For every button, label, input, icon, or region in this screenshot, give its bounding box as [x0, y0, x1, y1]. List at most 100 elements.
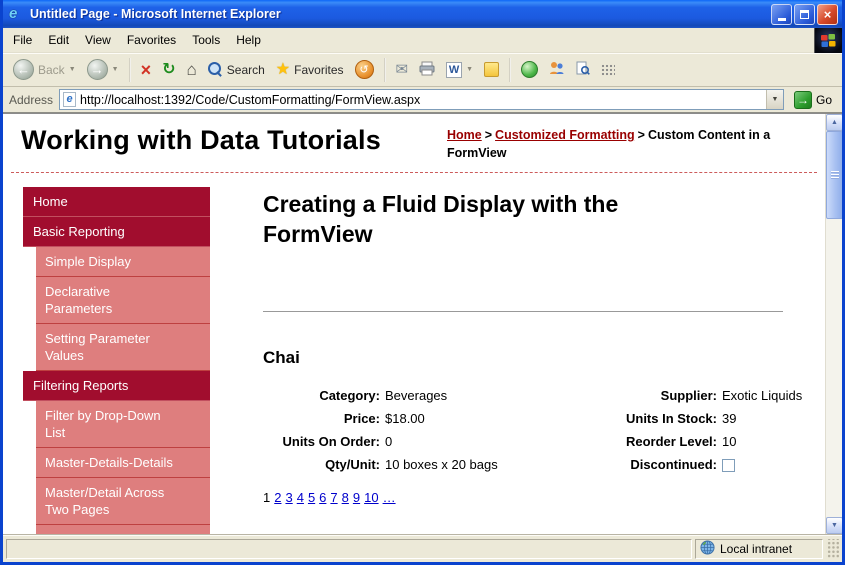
- forward-button[interactable]: → ▼: [83, 57, 123, 82]
- maximize-button[interactable]: [794, 4, 815, 25]
- print-button[interactable]: [415, 59, 439, 81]
- pager-link-8[interactable]: 8: [342, 490, 349, 505]
- contacts-button[interactable]: [545, 59, 569, 80]
- pager-link-2[interactable]: 2: [274, 490, 281, 505]
- chevron-down-icon: ▼: [69, 66, 76, 73]
- sidebar-item-details-of-selected[interactable]: Details of Selected: [36, 525, 210, 535]
- mail-button[interactable]: ✉: [392, 60, 413, 79]
- chevron-down-icon: ▼: [466, 66, 473, 73]
- sidebar-item-setting-parameter-values[interactable]: Setting Parameter Values: [36, 324, 210, 371]
- menu-favorites[interactable]: Favorites: [119, 29, 184, 51]
- detail-value: Exotic Liquids: [722, 388, 782, 403]
- product-name: Chai: [263, 348, 788, 368]
- back-label: Back: [38, 63, 65, 77]
- pager-link-10[interactable]: 10: [364, 490, 378, 505]
- resize-grip[interactable]: [826, 539, 839, 559]
- toolbar-separator: [384, 58, 386, 82]
- menu-file[interactable]: File: [5, 29, 40, 51]
- detail-label: Category:: [263, 388, 385, 403]
- detail-value: [722, 457, 782, 472]
- pager-link-6[interactable]: 6: [319, 490, 326, 505]
- dots-grid-icon: [601, 64, 615, 76]
- sidebar-item-basic-reporting[interactable]: Basic Reporting: [23, 217, 210, 247]
- go-arrow-icon: →: [794, 91, 812, 109]
- detail-label: Units On Order:: [263, 434, 385, 449]
- favorites-button[interactable]: ★ Favorites: [272, 60, 348, 80]
- status-zone-panel: Local intranet: [695, 539, 823, 559]
- scroll-down-icon: ▼: [831, 522, 838, 529]
- back-button[interactable]: ← Back ▼: [9, 57, 80, 82]
- detail-label: Qty/Unit:: [263, 457, 385, 472]
- address-bar: Address e http://localhost:1392/Code/Cus…: [3, 87, 842, 113]
- menu-edit[interactable]: Edit: [40, 29, 77, 51]
- vertical-scrollbar[interactable]: ▲ ▼: [825, 114, 842, 534]
- stop-icon: ×: [141, 61, 152, 79]
- messenger-button[interactable]: [517, 59, 542, 80]
- close-button[interactable]: ×: [817, 4, 838, 25]
- main-content: Creating a Fluid Display with the FormVi…: [263, 187, 788, 535]
- sidebar-item-simple-display[interactable]: Simple Display: [36, 247, 210, 277]
- sidebar-item-declarative-parameters[interactable]: Declarative Parameters: [36, 277, 210, 324]
- menu-bar: File Edit View Favorites Tools Help: [3, 28, 842, 53]
- go-label: Go: [816, 93, 832, 107]
- status-message-panel: [6, 539, 692, 559]
- mail-icon: ✉: [396, 62, 409, 77]
- detail-label: Discontinued:: [570, 457, 722, 472]
- home-icon: ⌂: [186, 61, 196, 78]
- stop-button[interactable]: ×: [137, 59, 156, 81]
- detail-value: 10: [722, 434, 782, 449]
- pager-link-5[interactable]: 5: [308, 490, 315, 505]
- pager-link-4[interactable]: 4: [297, 490, 304, 505]
- sidebar-item-master-details-details[interactable]: Master-Details-Details: [36, 448, 210, 478]
- breadcrumb-link-home[interactable]: Home: [447, 128, 482, 142]
- favorites-label: Favorites: [294, 63, 343, 77]
- menu-tools[interactable]: Tools: [184, 29, 228, 51]
- discuss-icon: [484, 62, 499, 77]
- home-button[interactable]: ⌂: [182, 59, 200, 80]
- sidebar-item-filtering-reports[interactable]: Filtering Reports: [23, 371, 210, 401]
- minimize-icon: [778, 18, 786, 21]
- breadcrumb-separator: >: [482, 128, 495, 142]
- window-buttons: ×: [771, 4, 838, 25]
- scroll-down-button[interactable]: ▼: [826, 517, 843, 534]
- sidebar-item-home[interactable]: Home: [23, 187, 210, 217]
- address-input[interactable]: e http://localhost:1392/Code/CustomForma…: [59, 89, 784, 110]
- content-row: Home Basic Reporting Simple Display Decl…: [3, 187, 825, 535]
- toolbar-options-button[interactable]: [597, 62, 619, 78]
- discontinued-checkbox[interactable]: [722, 459, 735, 472]
- page-header: Working with Data Tutorials Home>Customi…: [3, 114, 825, 163]
- pager-current-page: 1: [263, 490, 270, 505]
- scroll-thumb[interactable]: [826, 131, 843, 219]
- globe-icon: [700, 540, 715, 558]
- minimize-button[interactable]: [771, 4, 792, 25]
- pager-link-ellipsis[interactable]: …: [383, 490, 396, 505]
- edit-button[interactable]: W ▼: [442, 60, 477, 80]
- detail-label: Reorder Level:: [570, 434, 722, 449]
- breadcrumb-separator: >: [635, 128, 648, 142]
- people-icon: [549, 61, 565, 78]
- menu-view[interactable]: View: [77, 29, 119, 51]
- detail-value: Beverages: [385, 388, 570, 403]
- menu-help[interactable]: Help: [228, 29, 269, 51]
- search-label: Search: [227, 63, 265, 77]
- search-button[interactable]: Search: [204, 60, 269, 79]
- pager-link-9[interactable]: 9: [353, 490, 360, 505]
- refresh-button[interactable]: ↻: [158, 60, 179, 80]
- pager-link-7[interactable]: 7: [330, 490, 337, 505]
- media-icon: ↺: [355, 60, 374, 79]
- go-button[interactable]: → Go: [790, 90, 836, 110]
- window-title: Untitled Page - Microsoft Internet Explo…: [30, 7, 766, 21]
- sidebar-item-filter-by-drop-down-list[interactable]: Filter by Drop-Down List: [36, 401, 210, 448]
- breadcrumb-link-customized-formatting[interactable]: Customized Formatting: [495, 128, 635, 142]
- discuss-button[interactable]: [480, 60, 503, 79]
- sidebar-item-master-detail-across-two-pages[interactable]: Master/Detail Across Two Pages: [36, 478, 210, 525]
- research-button[interactable]: [572, 59, 594, 80]
- word-icon: W: [446, 62, 462, 78]
- ie-logo-icon: e: [9, 6, 25, 22]
- address-dropdown-button[interactable]: ▼: [766, 90, 783, 109]
- forward-icon: →: [87, 59, 108, 80]
- pager-link-3[interactable]: 3: [285, 490, 292, 505]
- scroll-up-button[interactable]: ▲: [826, 114, 843, 131]
- titlebar[interactable]: e Untitled Page - Microsoft Internet Exp…: [3, 0, 842, 28]
- media-button[interactable]: ↺: [351, 58, 378, 81]
